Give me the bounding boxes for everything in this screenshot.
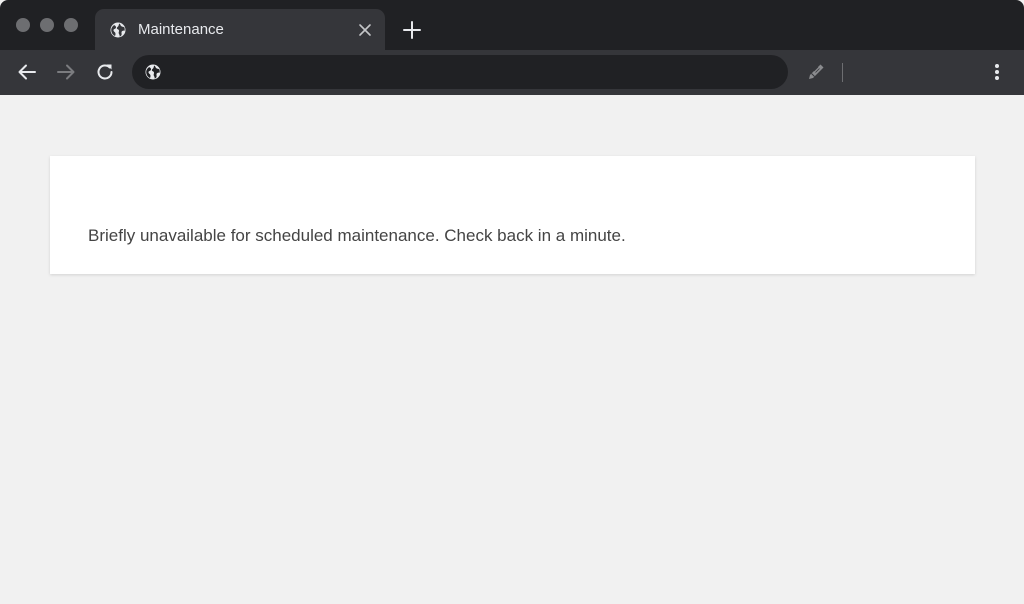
arrow-left-icon[interactable] — [16, 61, 38, 83]
close-icon[interactable] — [357, 22, 373, 38]
page-viewport: Briefly unavailable for scheduled mainte… — [0, 95, 1024, 604]
toolbar-divider — [842, 63, 843, 82]
arrow-right-icon[interactable] — [55, 61, 77, 83]
address-bar[interactable] — [132, 55, 788, 89]
plus-icon[interactable] — [401, 19, 423, 41]
tab-title: Maintenance — [138, 21, 224, 38]
address-input[interactable] — [172, 55, 772, 89]
maintenance-message: Briefly unavailable for scheduled mainte… — [88, 226, 626, 245]
pencil-icon[interactable] — [805, 61, 827, 83]
browser-toolbar — [0, 50, 1024, 95]
reload-icon[interactable] — [94, 61, 116, 83]
tab-strip: Maintenance — [0, 0, 1024, 50]
browser-window: Maintenance Briefly unavailable for sche… — [0, 0, 1024, 604]
window-close-button[interactable] — [16, 18, 30, 32]
kebab-menu-icon[interactable] — [986, 61, 1008, 83]
maintenance-card: Briefly unavailable for scheduled mainte… — [50, 156, 975, 274]
globe-icon[interactable] — [144, 63, 162, 81]
tab-maintenance[interactable]: Maintenance — [95, 9, 385, 50]
window-maximize-button[interactable] — [64, 18, 78, 32]
window-minimize-button[interactable] — [40, 18, 54, 32]
globe-icon — [110, 22, 126, 38]
